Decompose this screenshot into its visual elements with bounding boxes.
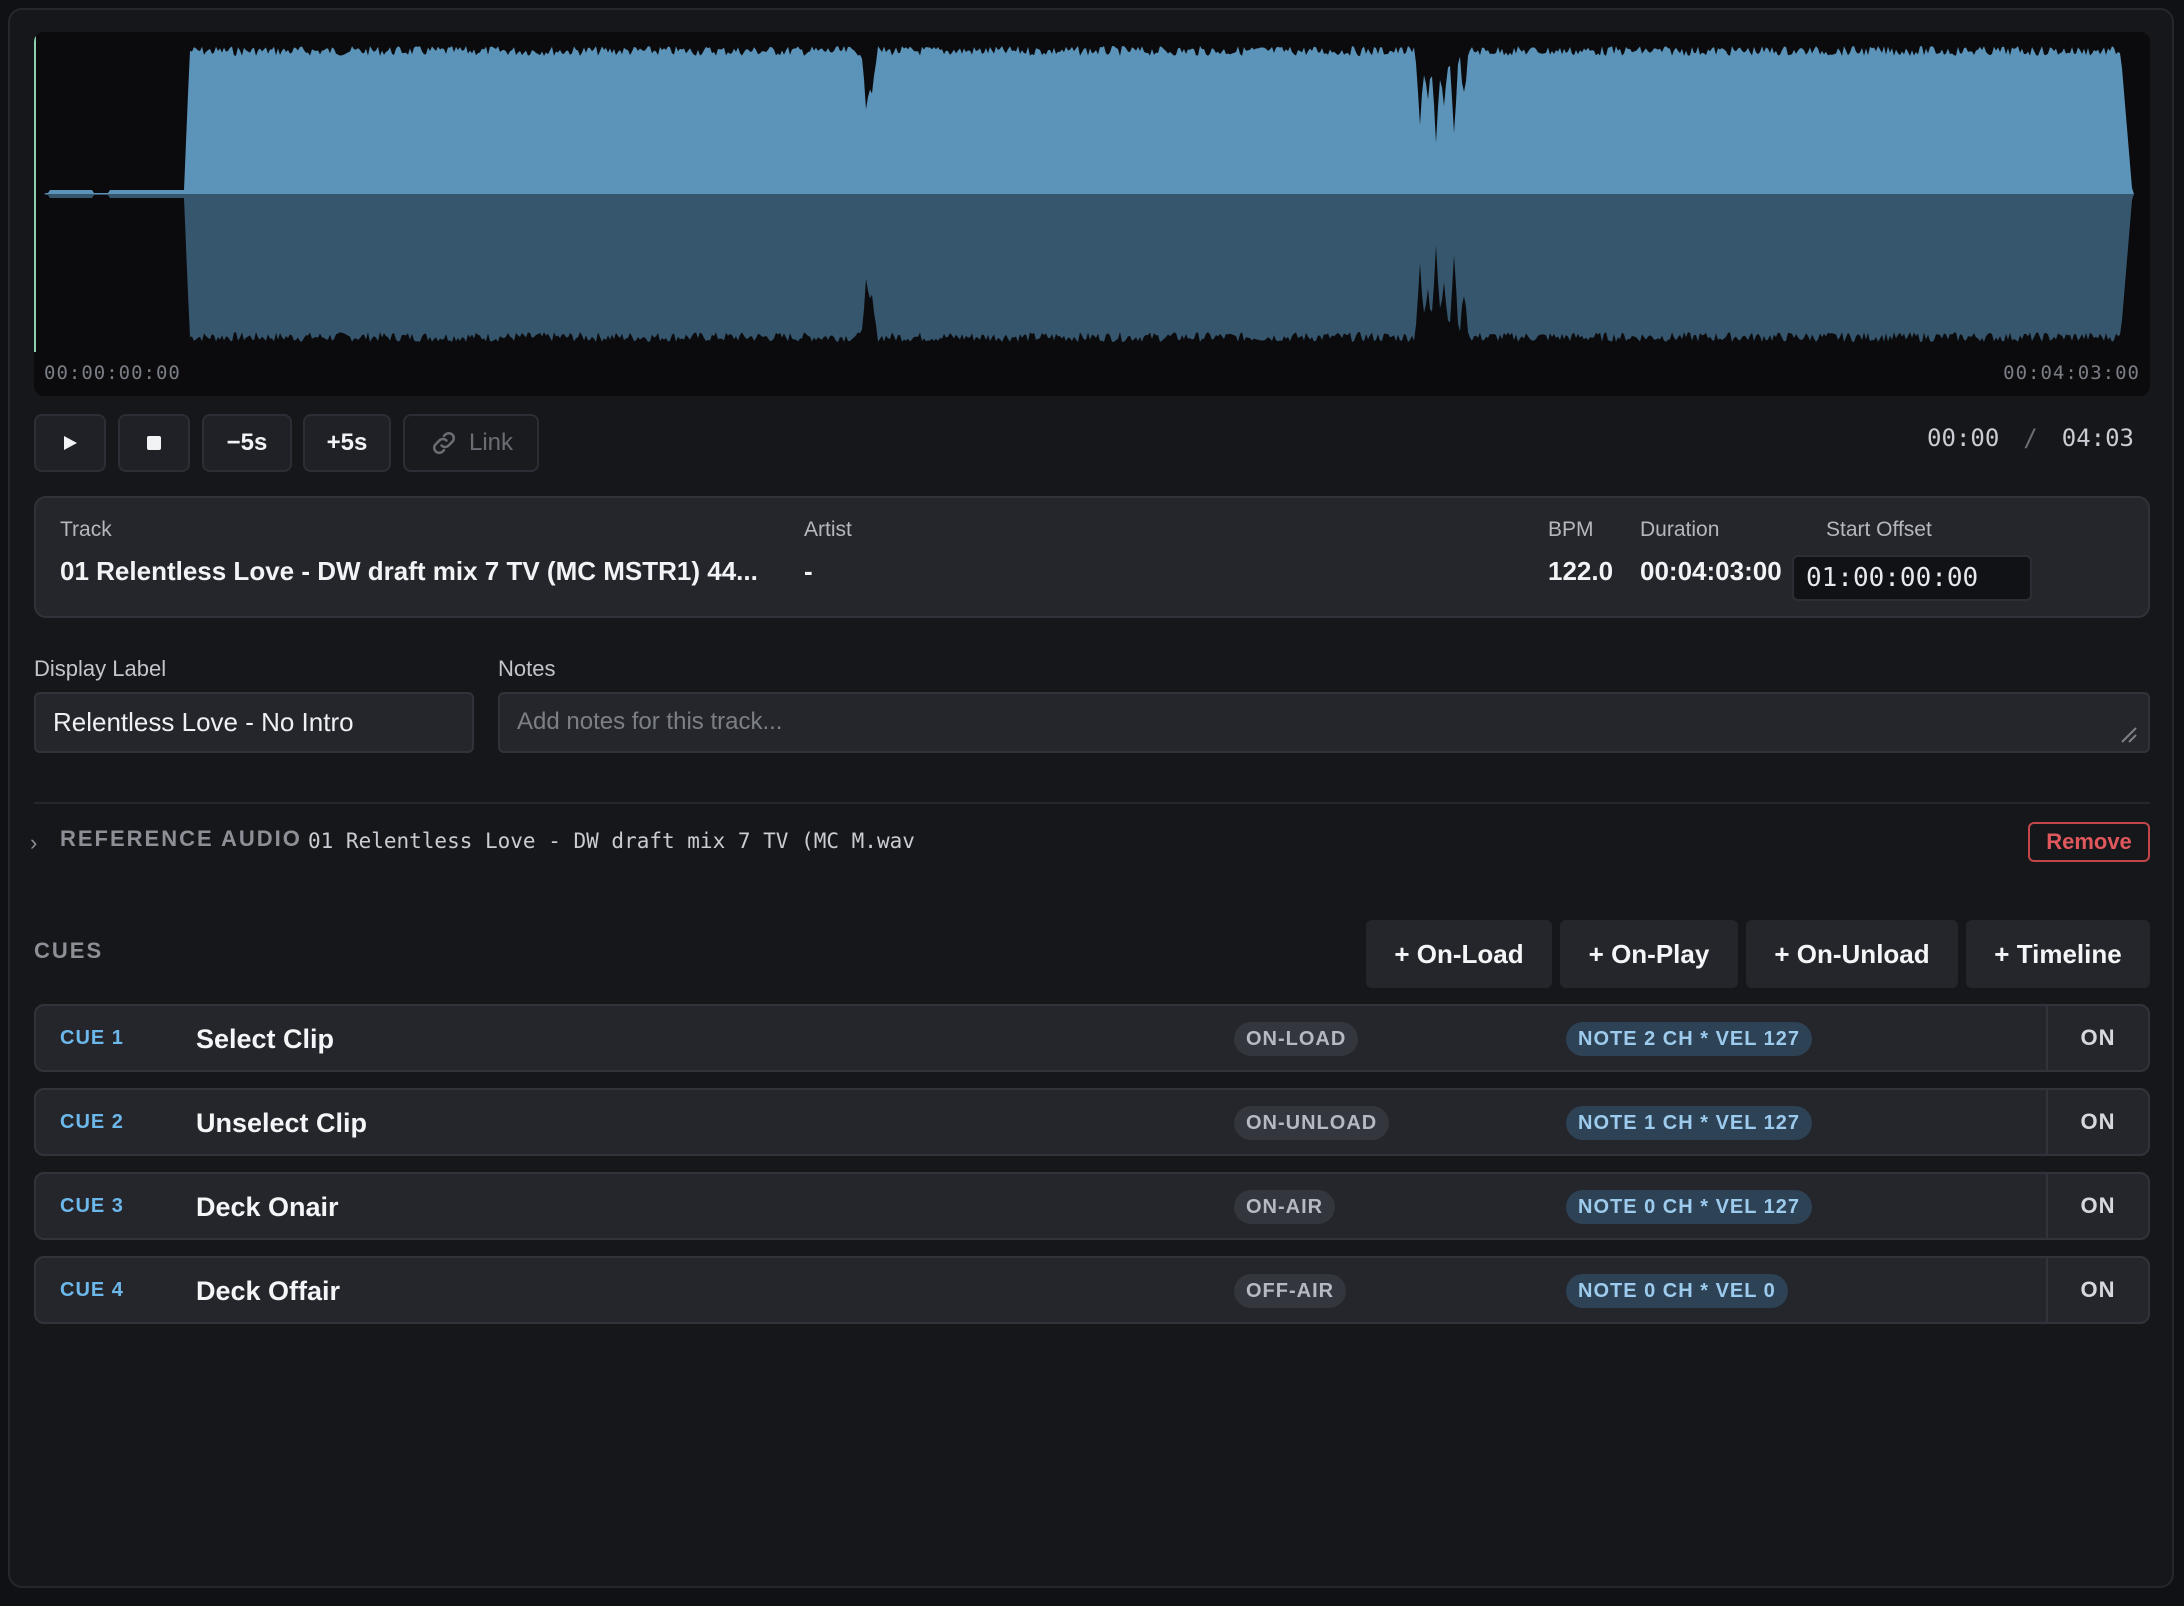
cue-midi-badge: NOTE 1 CH * VEL 127 [1566, 1106, 1813, 1140]
section-divider [34, 802, 2150, 804]
waveform-display[interactable] [34, 32, 2150, 396]
cue-enabled-toggle[interactable]: ON [2046, 1006, 2148, 1070]
cue-row[interactable]: CUE 2 Unselect Clip ON-UNLOAD NOTE 1 CH … [34, 1088, 2150, 1156]
current-time: 00:00 [1927, 424, 2000, 452]
cue-name: Deck Onair [196, 1192, 339, 1222]
time-separator: / [2023, 424, 2038, 452]
cue-trigger-badge: ON-UNLOAD [1234, 1106, 1390, 1140]
artist-label: Artist [804, 518, 852, 541]
waveform-graphic [34, 46, 2150, 342]
start-offset-input[interactable] [1792, 555, 2032, 601]
remove-reference-button[interactable]: Remove [2028, 822, 2150, 862]
cue-enabled-toggle[interactable]: ON [2046, 1258, 2148, 1322]
cue-row[interactable]: CUE 3 Deck Onair ON-AIR NOTE 0 CH * VEL … [34, 1172, 2150, 1240]
chevron-right-icon[interactable]: › [30, 830, 37, 856]
link-button[interactable]: Link [403, 414, 539, 472]
display-label-title: Display Label [34, 656, 167, 681]
duration-value: 00:04:03:00 [1640, 556, 1782, 586]
cue-name: Unselect Clip [196, 1108, 368, 1138]
bpm-value: 122.0 [1548, 556, 1614, 586]
link-label: Link [468, 429, 514, 456]
playback-clock: 00:00 / 04:03 [1927, 424, 2134, 452]
waveform-lower-channel [34, 194, 2150, 342]
add-on-unload-cue-button[interactable]: + On-Unload [1746, 920, 1958, 988]
resize-grip-icon[interactable] [2118, 724, 2138, 744]
notes-textarea[interactable] [498, 692, 2150, 753]
waveform-end-time: 00:04:03:00 [2003, 362, 2140, 384]
add-timeline-cue-button[interactable]: + Timeline [1966, 920, 2150, 988]
play-button[interactable] [34, 414, 106, 472]
cue-id: CUE 2 [60, 1111, 124, 1133]
total-time: 04:03 [2061, 424, 2134, 452]
playhead[interactable] [34, 32, 36, 352]
stop-icon [147, 436, 161, 450]
cue-id: CUE 1 [60, 1027, 124, 1049]
add-on-play-cue-button[interactable]: + On-Play [1560, 920, 1738, 988]
cue-name: Deck Offair [196, 1276, 341, 1306]
cue-id: CUE 4 [60, 1279, 124, 1301]
bpm-label: BPM [1548, 518, 1594, 541]
track-label: Track [60, 518, 112, 541]
cue-trigger-badge: ON-AIR [1234, 1190, 1336, 1224]
reference-audio-title[interactable]: REFERENCE AUDIO [60, 826, 302, 852]
stop-button[interactable] [118, 414, 190, 472]
play-icon [64, 436, 77, 450]
cue-row[interactable]: CUE 4 Deck Offair OFF-AIR NOTE 0 CH * VE… [34, 1256, 2150, 1324]
track-name: 01 Relentless Love - DW draft mix 7 TV (… [60, 556, 758, 586]
notes-title: Notes [498, 656, 556, 681]
display-label-input[interactable] [34, 692, 474, 753]
cue-id: CUE 3 [60, 1195, 124, 1217]
skip-back-button[interactable]: −5s [202, 414, 292, 472]
start-offset-label: Start Offset [1826, 518, 1932, 541]
cue-midi-badge: NOTE 0 CH * VEL 0 [1566, 1274, 1788, 1308]
cue-midi-badge: NOTE 0 CH * VEL 127 [1566, 1190, 1813, 1224]
skip-forward-button[interactable]: +5s [303, 414, 391, 472]
cue-midi-badge: NOTE 2 CH * VEL 127 [1566, 1022, 1813, 1056]
cue-row[interactable]: CUE 1 Select Clip ON-LOAD NOTE 2 CH * VE… [34, 1004, 2150, 1072]
cues-title: CUES [34, 938, 104, 963]
cue-enabled-toggle[interactable]: ON [2046, 1090, 2148, 1154]
reference-audio-file: 01 Relentless Love - DW draft mix 7 TV (… [308, 829, 915, 853]
waveform-upper-channel [34, 46, 2150, 194]
cue-enabled-toggle[interactable]: ON [2046, 1174, 2148, 1238]
cue-trigger-badge: OFF-AIR [1234, 1274, 1347, 1308]
waveform-start-time: 00:00:00:00 [44, 362, 181, 384]
duration-label: Duration [1640, 518, 1720, 541]
cue-name: Select Clip [196, 1024, 335, 1054]
artist-name: - [804, 556, 813, 586]
cue-trigger-badge: ON-LOAD [1234, 1022, 1359, 1056]
add-on-load-cue-button[interactable]: + On-Load [1366, 920, 1552, 988]
link-icon [432, 431, 456, 455]
